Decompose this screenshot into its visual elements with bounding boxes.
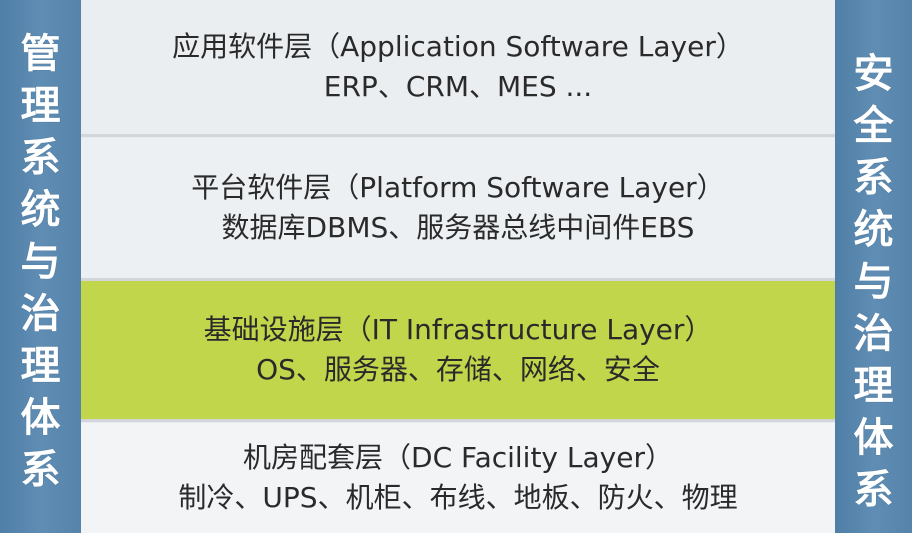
right-label-char: 理 xyxy=(853,363,894,409)
left-label-char: 系 xyxy=(20,135,61,181)
left-label-char: 理 xyxy=(20,83,61,129)
layer-divider xyxy=(81,134,835,137)
right-label-char: 全 xyxy=(853,103,894,149)
it-infrastructure-layer: 基础设施层（IT Infrastructure Layer） OS、服务器、存储… xyxy=(81,281,835,419)
layer-stack: 应用软件层（Application Software Layer） ERP、CR… xyxy=(81,0,835,533)
right-label-char: 与 xyxy=(853,259,894,305)
management-governance-label: 管 理 系 统 与 治 理 体 系 xyxy=(0,0,81,533)
left-label-char: 理 xyxy=(20,343,61,389)
left-label-char: 体 xyxy=(20,395,61,441)
right-label-char: 体 xyxy=(853,415,894,461)
left-label-char: 管 xyxy=(20,31,61,77)
left-label-char: 系 xyxy=(20,447,61,493)
layer-divider xyxy=(81,419,835,422)
application-software-layer: 应用软件层（Application Software Layer） ERP、CR… xyxy=(81,0,835,134)
right-label-char: 安 xyxy=(853,51,894,97)
dc-facility-layer: 机房配套层（DC Facility Layer） 制冷、UPS、机柜、布线、地板… xyxy=(81,423,835,533)
security-governance-label: 安 全 系 统 与 治 理 体 系 xyxy=(835,0,912,533)
layer-title: 基础设施层（IT Infrastructure Layer） xyxy=(203,313,713,346)
left-label-char: 治 xyxy=(20,291,61,337)
layer-description: OS、服务器、存储、网络、安全 xyxy=(256,353,660,386)
platform-software-layer: 平台软件层（Platform Software Layer） 数据库DBMS、服… xyxy=(81,138,835,278)
layer-description: ERP、CRM、MES ... xyxy=(323,70,593,103)
layer-description: 数据库DBMS、服务器总线中间件EBS xyxy=(221,211,695,244)
right-label-char: 系 xyxy=(853,467,894,513)
layer-description: 制冷、UPS、机柜、布线、地板、防火、物理 xyxy=(178,481,738,514)
left-label-char: 与 xyxy=(20,239,61,285)
layer-title: 机房配套层（DC Facility Layer） xyxy=(243,441,673,474)
right-label-char: 统 xyxy=(853,207,894,253)
right-label-char: 治 xyxy=(853,311,894,357)
right-label-char: 系 xyxy=(853,155,894,201)
layer-title: 应用软件层（Application Software Layer） xyxy=(172,30,744,63)
layer-title: 平台软件层（Platform Software Layer） xyxy=(191,171,725,204)
left-label-char: 统 xyxy=(20,187,61,233)
